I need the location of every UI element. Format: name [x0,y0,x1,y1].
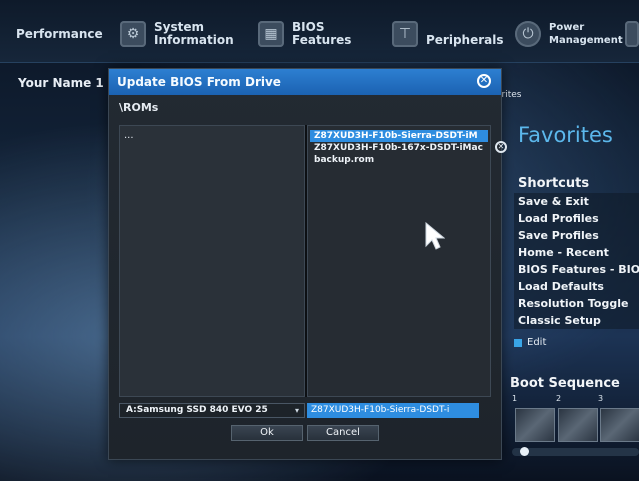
directory-pane[interactable]: ... [119,125,305,397]
parent-directory-item[interactable]: ... [124,130,134,141]
boot-number-3: 3 [598,394,604,403]
file-item[interactable]: backup.rom [310,154,488,166]
boot-slot-3[interactable] [600,408,639,442]
shortcut-bios-features[interactable]: BIOS Features - BIOS [514,261,639,278]
gear-icon: ⚙ [120,21,146,47]
boot-slot-2[interactable] [558,408,598,442]
drive-select[interactable]: A:Samsung SSD 840 EVO 25 ▾ [119,403,305,418]
file-list-pane[interactable]: Z87XUD3H-F10b-Sierra-DSDT-iM Z87XUD3H-F1… [307,125,491,397]
tab-performance-label: Performance [16,26,103,41]
tab-bios-features-label: BIOS Features [292,20,352,47]
edit-icon [514,338,522,347]
selected-file-field[interactable]: Z87XUD3H-F10b-Sierra-DSDT-i [307,403,479,418]
tab-peripherals[interactable]: ⊤ Peripherals [392,14,504,54]
power-icon: ⏻ [515,21,541,47]
chip-icon: ▦ [258,21,284,47]
shortcut-resolution-toggle[interactable]: Resolution Toggle [514,295,639,312]
dialog-title: Update BIOS From Drive [109,69,501,95]
clear-search-icon[interactable]: ✕ [495,141,507,153]
close-icon[interactable]: ✕ [477,74,491,88]
shortcut-home-recent[interactable]: Home - Recent [514,244,639,261]
shortcuts-list: Save & Exit Load Profiles Save Profiles … [514,193,639,329]
tab-peripherals-label: Peripherals [426,32,504,47]
edit-shortcuts-button[interactable]: Edit [514,337,546,348]
boot-slot-1[interactable] [515,408,555,442]
shortcut-classic-setup[interactable]: Classic Setup [514,312,639,329]
shortcut-save-profiles[interactable]: Save Profiles [514,227,639,244]
tab-more[interactable] [625,14,639,54]
favorites-title: Favorites [518,123,613,147]
update-bios-dialog: Update BIOS From Drive ✕ \ROMs ... Z87XU… [108,68,502,460]
tab-system-information-label: System Information [154,20,234,47]
tab-power-management-label: Power Management [549,22,623,46]
tab-bios-features[interactable]: ▦ BIOS Features [258,14,351,54]
shortcut-load-defaults[interactable]: Load Defaults [514,278,639,295]
more-tabs-icon [625,21,639,47]
mouse-cursor-icon [425,222,445,250]
connector-icon: ⊤ [392,21,418,47]
boot-sequence-scroll-thumb[interactable] [520,447,529,456]
file-list: Z87XUD3H-F10b-Sierra-DSDT-iM Z87XUD3H-F1… [310,130,488,166]
boot-sequence-scrollbar[interactable] [512,448,639,456]
file-item-selected[interactable]: Z87XUD3H-F10b-Sierra-DSDT-iM [310,130,488,142]
chevron-down-icon: ▾ [294,406,299,415]
tab-power-management[interactable]: ⏻ Power Management [515,14,623,54]
top-nav-bar: Performance ⚙ System Information ▦ BIOS … [0,0,639,63]
user-profile-name[interactable]: Your Name 1 [18,76,104,90]
file-item[interactable]: Z87XUD3H-F10b-167x-DSDT-iMac [310,142,488,154]
edit-label: Edit [527,337,547,348]
cancel-button[interactable]: Cancel [307,425,379,441]
boot-number-1: 1 [512,394,518,403]
tab-system-information[interactable]: ⚙ System Information [120,14,234,54]
boot-sequence-heading: Boot Sequence [510,376,620,391]
boot-number-2: 2 [556,394,562,403]
shortcut-load-profiles[interactable]: Load Profiles [514,210,639,227]
ok-button[interactable]: Ok [231,425,303,441]
shortcut-save-exit[interactable]: Save & Exit [514,193,639,210]
drive-select-value: A:Samsung SSD 840 EVO 25 [126,405,268,415]
current-path: \ROMs [119,101,159,114]
tab-performance[interactable]: Performance [16,14,103,54]
shortcuts-heading: Shortcuts [518,176,590,191]
